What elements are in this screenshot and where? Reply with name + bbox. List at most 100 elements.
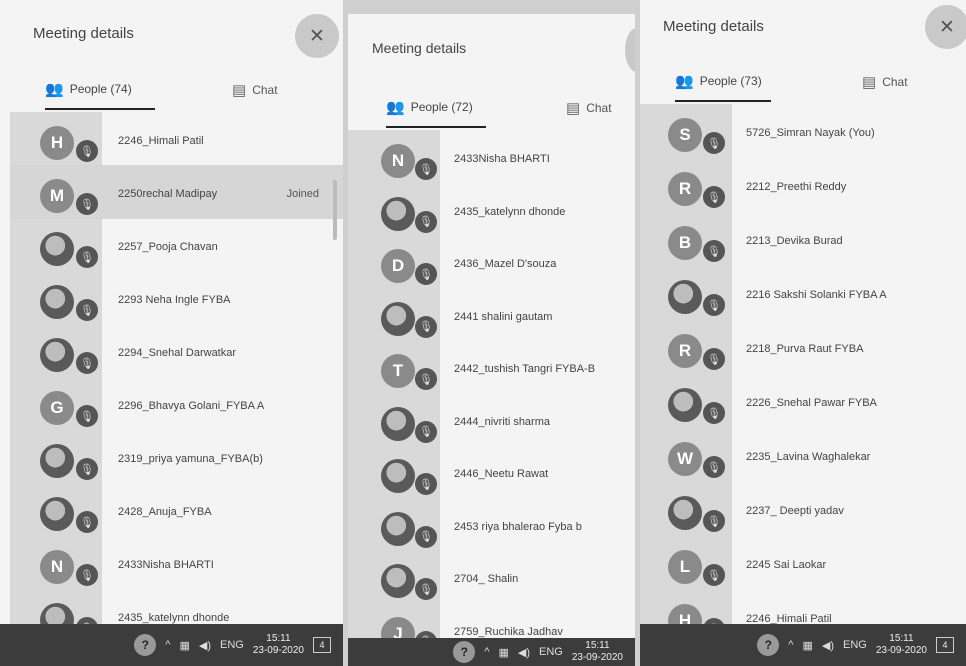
participant-row[interactable]: 🎙 2257_Pooja Chavan [10,218,343,272]
tab-people[interactable]: 👥 People (72) [386,88,486,128]
participant-row[interactable]: 🎙 2446_Neetu Rawat [348,445,635,499]
participant-row[interactable]: W 🎙 2235_Lavina Waghalekar [640,428,966,482]
participant-row[interactable]: 🎙 2435_katelynn dhonde [348,183,635,237]
avatar: H [40,126,74,160]
tray-chevron-icon[interactable]: ^ [788,639,793,651]
tray-chevron-icon[interactable]: ^ [484,646,489,658]
tab-chat[interactable]: ▤ Chat [566,88,612,128]
mic-off-icon: 🎙 [415,315,437,338]
close-button[interactable]: ✕ [295,14,339,58]
tab-people[interactable]: 👥 People (74) [45,70,155,110]
volume-icon[interactable]: ◀) [822,639,834,652]
participant-name: 2435_katelynn dhonde [454,205,566,218]
participant-row[interactable]: 🎙 2704_ Shalin [348,550,635,604]
avatar [381,301,415,336]
people-icon: 👥 [386,99,405,116]
avatar: N [381,144,415,178]
volume-icon[interactable]: ◀) [518,646,530,659]
participant-row[interactable]: 🎙 2216 Sakshi Solanki FYBA A [640,266,966,320]
participant-name: 2246_Himali Patil [118,135,204,147]
participant-name: 2226_Snehal Pawar FYBA [746,397,877,409]
participant-row[interactable]: R 🎙 2212_Preethi Reddy [640,158,966,212]
avatar [381,406,415,441]
mic-off-icon: 🎙 [76,564,98,586]
mic-off-icon: 🎙 [76,511,98,533]
avatar: R [668,172,702,206]
avatar [381,564,415,598]
participant-name: 2441 shalini gautam [454,310,553,323]
participant-row[interactable]: N 🎙 2433Nisha BHARTI [10,536,343,590]
participant-row[interactable]: 🎙 2226_Snehal Pawar FYBA [640,374,966,428]
clock[interactable]: 15:11 23-09-2020 [572,640,623,664]
help-icon[interactable]: ? [757,634,780,656]
participant-row[interactable]: M 🎙 2250rechal Madipay Joined [10,165,343,219]
mic-off-icon: 🎙 [703,294,725,316]
participant-list[interactable]: H 🎙 2246_Himali Patil M 🎙 2250rechal Madipay J… [10,112,343,639]
tab-chat-label: Chat [586,101,612,115]
participant-name: 2294_Snehal Darwatkar [118,347,237,359]
participant-row[interactable]: 🎙 2453 riya bhalerao Fyba b [348,498,635,552]
avatar [40,444,74,478]
participant-row[interactable]: 🎙 2441 shalini gautam [348,288,635,342]
scrollbar[interactable] [333,180,337,240]
mic-off-icon: 🎙 [703,186,725,208]
language-indicator[interactable]: ENG [843,639,867,651]
participant-row[interactable]: B 🎙 2213_Devika Burad [640,212,966,266]
tray-chevron-icon[interactable]: ^ [165,639,170,651]
meeting-details-panel-1: Meeting details ✕ 👥 People (74) ▤ Chat H… [0,0,343,666]
participant-row[interactable]: N 🎙 2433Nisha BHARTI [348,130,635,184]
clock[interactable]: 15:11 23-09-2020 [876,633,927,657]
help-icon[interactable]: ? [134,634,157,656]
participant-name: 2433Nisha BHARTI [454,153,550,165]
language-indicator[interactable]: ENG [220,639,244,651]
participant-name: 2245 Sai Laokar [746,559,827,571]
participant-row[interactable]: L 🎙 2245 Sai Laokar [640,536,966,590]
people-icon: 👥 [675,73,694,90]
help-icon[interactable]: ? [453,641,476,663]
participant-row[interactable]: 🎙 2319_priya yamuna_FYBA(b) [10,430,343,484]
mic-off-icon: 🎙 [415,525,437,548]
tab-people-label: People (72) [410,100,473,114]
participant-name: 2235_Lavina Waghalekar [746,451,871,463]
participant-row[interactable]: 🎙 2237_ Deepti yadav [640,482,966,536]
close-button[interactable]: ✕ [925,5,966,49]
chat-icon: ▤ [232,82,247,99]
participant-row[interactable]: G 🎙 2296_Bhavya Golani_FYBA A [10,377,343,431]
participant-row[interactable]: T 🎙 2442_tushish Tangri FYBA-B [348,340,635,394]
tab-people-label: People (73) [699,74,762,88]
mic-off-icon: 🎙 [703,564,725,586]
language-indicator[interactable]: ENG [539,646,563,658]
participant-row[interactable]: 🎙 2444_nivriti sharma [348,393,635,447]
participant-name: 2446_Neetu Rawat [454,468,549,480]
avatar [381,196,415,231]
notification-icon[interactable]: 4 [313,637,331,653]
network-icon[interactable]: ▦ [498,646,508,659]
participant-row[interactable]: R 🎙 2218_Purva Raut FYBA [640,320,966,374]
participant-name: 2444_nivriti sharma [454,415,550,428]
participant-list[interactable]: S 🎙 5726_Simran Nayak (You) R 🎙 2212_Preethi … [640,104,966,640]
volume-icon[interactable]: ◀) [199,639,211,652]
avatar: N [40,550,74,584]
avatar [40,497,74,531]
participant-name: 2433Nisha BHARTI [118,559,214,571]
close-icon: ✕ [309,25,325,47]
avatar: S [668,118,702,152]
mic-off-icon: 🎙 [415,473,437,495]
participant-row[interactable]: H🎙 2246_Himali Patil [10,112,343,166]
participant-row[interactable]: 🎙 2293 Neha Ingle FYBA [10,271,343,325]
tab-chat[interactable]: ▤ Chat [232,70,278,110]
notification-icon[interactable]: 4 [936,637,954,653]
mic-off-icon: 🎙 [703,348,725,370]
network-icon[interactable]: ▦ [179,639,189,652]
clock[interactable]: 15:11 23-09-2020 [253,633,304,657]
network-icon[interactable]: ▦ [802,639,812,652]
close-button[interactable] [625,28,635,72]
participant-list[interactable]: N 🎙 2433Nisha BHARTI 🎙 2435_katelynn dhonde D… [348,130,635,653]
participant-row[interactable]: S 🎙 5726_Simran Nayak (You) [640,104,966,158]
participant-row[interactable]: D 🎙 2436_Mazel D'souza [348,235,635,289]
mic-off-icon: 🎙 [76,299,98,321]
tab-people[interactable]: 👥 People (73) [675,62,771,102]
participant-row[interactable]: 🎙 2294_Snehal Darwatkar [10,324,343,378]
tab-chat[interactable]: ▤ Chat [862,62,908,102]
participant-row[interactable]: 🎙 2428_Anuja_FYBA [10,483,343,537]
